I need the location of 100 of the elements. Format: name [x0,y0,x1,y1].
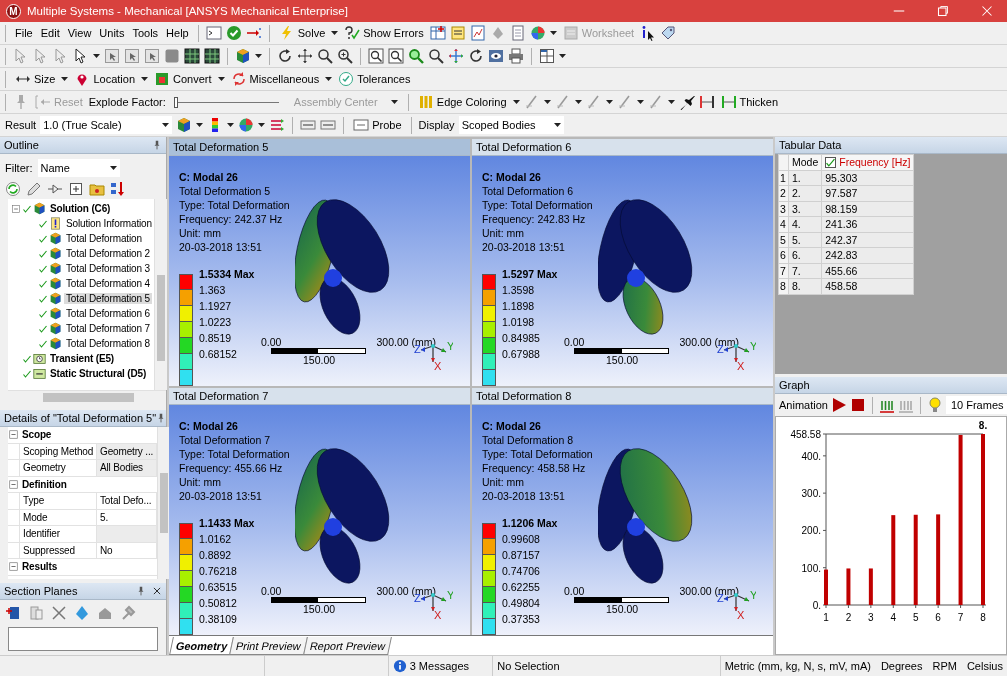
viewport-title[interactable]: Total Deformation 6 [472,139,773,156]
label-box-icon[interactable] [320,117,337,133]
sphere-color-icon[interactable] [238,117,255,133]
move-icon[interactable] [297,48,313,64]
scale-dropdown[interactable]: 1.0 (True Scale) [40,116,173,134]
menu-item[interactable]: Edit [38,23,62,43]
caret-icon[interactable] [549,31,557,35]
pushpin-icon[interactable] [678,94,695,110]
context-menu-button[interactable]: Tolerances [336,69,413,89]
check-circle-icon[interactable] [225,25,242,41]
caret-icon[interactable] [325,77,333,81]
square-cursor-icon[interactable] [124,48,140,64]
context-menu-button[interactable]: Size [13,69,58,89]
maximize-icon[interactable] [937,5,949,17]
view-tab[interactable]: Report Preview [303,637,393,655]
show-errors-button[interactable]: Show Errors [342,23,426,43]
tree-item[interactable]: Total Deformation 8 [64,338,152,349]
collapse-icon[interactable] [8,561,19,573]
pin-icon[interactable] [152,140,162,150]
view-tab[interactable]: Print Preview [229,637,309,655]
caret-icon[interactable] [574,100,582,104]
plus-box-icon[interactable] [68,181,84,197]
cross-icon[interactable] [51,605,67,621]
caret-icon[interactable] [227,123,235,127]
plane-add-icon[interactable] [5,605,21,621]
zoom-box-icon[interactable] [388,48,404,64]
caret-icon[interactable] [553,123,561,127]
rotate-icon[interactable] [277,48,293,64]
graph-doc-icon[interactable] [469,25,486,41]
context-menu-button[interactable]: Location [72,69,137,89]
caret-icon[interactable] [512,100,520,104]
note-icon[interactable] [449,25,466,41]
tree-item[interactable]: Total Deformation 5 [64,293,152,304]
magnifier-plus-icon[interactable] [337,48,353,64]
messages-status[interactable]: 3 Messages [409,660,469,672]
printer-icon[interactable] [508,48,524,64]
menu-item[interactable]: Units [97,23,127,43]
angle-unit[interactable]: Degrees [880,660,923,672]
tree-item[interactable]: Total Deformation [64,233,144,244]
view-tab[interactable]: Geometry [169,637,235,655]
stop-icon[interactable] [849,397,866,413]
caret-icon[interactable] [217,77,225,81]
caret-icon[interactable] [258,123,266,127]
cube-icon[interactable] [176,117,193,133]
diamond-icon[interactable] [74,605,90,621]
close-icon[interactable] [152,586,162,596]
frequency-checkbox[interactable] [825,156,837,168]
info-cursor-icon[interactable] [640,25,657,41]
sphere-color-icon[interactable] [529,25,546,41]
probe-button[interactable]: Probe [351,115,404,135]
horizontal-scrollbar[interactable] [8,390,166,405]
caret-icon[interactable] [636,100,644,104]
collapse-icon[interactable] [8,478,19,490]
cube-icon[interactable] [235,48,251,64]
square-cursor-icon[interactable] [104,48,120,64]
filter-dropdown[interactable]: Name [37,159,120,177]
magnifier-icon[interactable] [428,48,444,64]
bulb-icon[interactable] [926,397,943,413]
collapse-icon[interactable] [8,429,19,441]
caret-icon[interactable] [61,77,69,81]
thicken-button[interactable]: Thicken [718,92,781,112]
tag-icon[interactable] [660,25,677,41]
refresh-icon[interactable] [5,181,21,197]
property-value[interactable]: All Bodies [97,460,158,476]
caret-icon[interactable] [331,31,339,35]
pencil-icon[interactable] [26,181,42,197]
unit-system[interactable]: Metric (mm, kg, N, s, mV, mA) [724,660,871,672]
caret-icon[interactable] [93,54,100,58]
caret-icon[interactable] [141,77,148,81]
menu-item[interactable]: Help [164,23,191,43]
arrows-stack-icon[interactable] [269,117,286,133]
section-plane-list[interactable] [8,627,158,651]
caret-icon[interactable] [196,123,204,127]
tree-item[interactable]: Transient (E5) [48,353,117,364]
tree-item[interactable]: Solution Information [64,218,154,229]
menu-item[interactable]: View [65,23,94,43]
caret-icon[interactable] [109,166,117,170]
arrow-icon[interactable] [245,25,262,41]
caret-icon[interactable] [162,123,170,127]
vertical-scrollbar[interactable] [153,199,167,391]
mesh-icon[interactable] [204,48,220,64]
tree-item[interactable]: Total Deformation 7 [64,323,152,334]
frames-field[interactable]: 10 Frames [945,396,1007,414]
node-arrow-icon[interactable] [47,181,63,197]
solve-button[interactable]: Solve [276,23,328,43]
rotate-icon[interactable] [468,48,484,64]
tree-item[interactable]: Static Structural (D5) [48,368,149,379]
slider-thumb[interactable] [173,96,178,108]
menu-item[interactable]: File [13,23,35,43]
caret-icon[interactable] [543,100,551,104]
table-icon[interactable] [429,25,446,41]
grid-icon[interactable] [539,48,555,64]
viewport-title[interactable]: Total Deformation 7 [169,388,470,405]
caret-icon[interactable] [667,100,675,104]
column-header[interactable]: Mode [788,154,822,170]
caret-icon[interactable] [605,100,613,104]
dimension-icon[interactable] [698,94,715,110]
tree-item[interactable]: Total Deformation 2 [64,248,152,259]
tree-item[interactable]: Total Deformation 6 [64,308,152,319]
play-icon[interactable] [830,397,847,413]
